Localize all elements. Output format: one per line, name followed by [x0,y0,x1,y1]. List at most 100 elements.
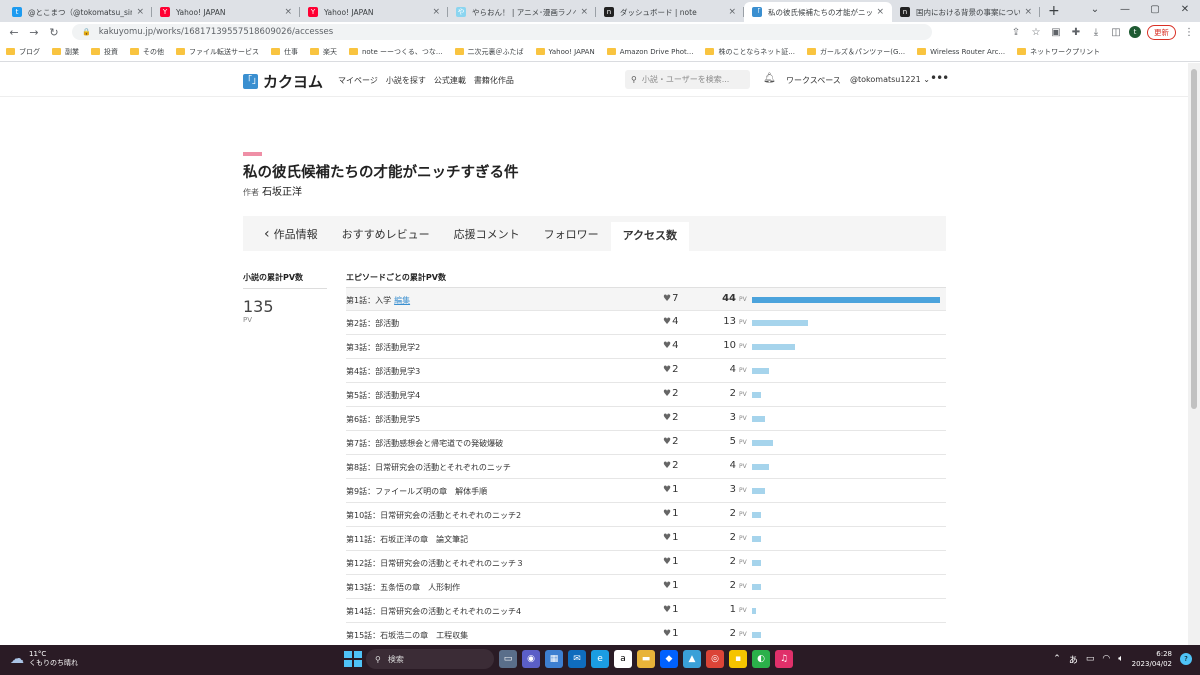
bookmark-item[interactable]: ネットワークプリント [1017,47,1100,57]
episode-title-text[interactable]: 第2話：部活動 [346,319,399,328]
new-tab-button[interactable]: + [1040,2,1068,22]
bookmark-star-icon[interactable]: ☆ [1029,27,1043,38]
display-icon[interactable]: ▭ [1086,654,1095,664]
bookmark-item[interactable]: 二次元裏＠ふたば [454,47,524,57]
close-tab-icon[interactable]: × [580,7,588,17]
site-search-input[interactable]: ⚲ 小説・ユーザーを検索... [625,70,750,89]
header-nav-link[interactable]: 書籍化作品 [474,75,514,86]
bookmark-item[interactable]: 仕事 [271,47,298,57]
scrollbar-thumb[interactable] [1191,69,1197,409]
bookmark-item[interactable]: ブログ [6,47,40,57]
weather-widget[interactable]: ☁ 11°C くもりのち晴れ [10,650,78,668]
author-name[interactable]: 石坂正洋 [262,187,302,198]
bookmark-item[interactable]: Wireless Router Arc... [917,48,1005,56]
browser-tab[interactable]: n ダッシュボード | note × [596,2,744,22]
bookmark-item[interactable]: 副業 [52,47,79,57]
user-menu[interactable]: @tokomatsu1221 ⌄ [850,75,930,84]
episode-title-text[interactable]: 第6話：部活動見学5 [346,415,420,424]
close-tab-icon[interactable]: × [1024,7,1032,17]
browser-tab[interactable]: t @とこまつ（@tokomatsu_sin）さん× [4,2,152,22]
forward-arrow-icon[interactable]: → [24,26,44,39]
close-tab-icon[interactable]: × [284,7,292,17]
maximize-button[interactable]: ▢ [1140,0,1170,22]
browser-tab[interactable]: Y Yahoo! JAPAN × [152,2,300,22]
tab-3[interactable]: フォロワー [532,220,611,247]
bookmark-item[interactable]: Yahoo! JAPAN [535,48,595,56]
bookmark-item[interactable]: 投資 [91,47,118,57]
header-nav-link[interactable]: 小説を探す [386,75,426,86]
close-window-button[interactable]: ✕ [1170,0,1200,22]
more-icon[interactable]: ••• [930,71,949,85]
episode-title-text[interactable]: 第3話：部活動見学2 [346,343,420,352]
header-nav-link[interactable]: 公式連載 [434,75,466,86]
tray-chevron-icon[interactable]: ⌃ [1053,654,1061,664]
bell-icon[interactable]: 🔔︎ [763,73,776,84]
close-tab-icon[interactable]: × [432,7,440,17]
tab-1[interactable]: おすすめレビュー [330,220,442,247]
update-button[interactable]: 更新 [1147,24,1176,40]
tab-2[interactable]: 応援コメント [442,220,532,247]
minimize-button[interactable]: — [1110,0,1140,22]
itunes-icon[interactable]: ♫ [775,650,793,668]
episode-title-text[interactable]: 第9話：ファイールズ明の章 解体手順 [346,487,487,496]
close-tab-icon[interactable]: × [876,7,884,17]
episode-title-text[interactable]: 第15話：石坂浩二の章 工程収集 [346,631,468,640]
edit-link[interactable]: 編集 [394,296,410,305]
sticky-notes-icon[interactable]: ▪ [729,650,747,668]
edge-icon[interactable]: e [591,650,609,668]
chrome-icon[interactable]: ◎ [706,650,724,668]
episode-title-text[interactable]: 第1話：入学 [346,296,391,305]
header-nav-link[interactable]: マイページ [338,75,378,86]
store-icon[interactable]: ▦ [545,650,563,668]
episode-title-text[interactable]: 第12話：日常研究会の活動とそれぞれのニッチ３ [346,559,524,568]
menu-dots-icon[interactable]: ⋮ [1182,27,1196,38]
amazon-icon[interactable]: a [614,650,632,668]
browser-tab[interactable]: 「私の彼氏候補たちの才能がニッチす× [744,2,892,22]
volume-icon[interactable]: 🔈︎ [1118,654,1123,664]
notification-badge[interactable]: ? [1180,653,1192,665]
url-field[interactable]: 🔒 kakuyomu.jp/works/16817139557518609026… [72,24,932,40]
work-title[interactable]: 私の彼氏候補たちの才能がニッチすぎる件 [243,161,519,182]
profile-avatar[interactable]: t [1129,26,1141,38]
bookmark-item[interactable]: 楽天 [310,47,337,57]
episode-title-text[interactable]: 第13話：五条悟の章 人形制作 [346,583,460,592]
new-feature-icon[interactable]: ▣ [1049,27,1063,38]
episode-title-text[interactable]: 第5話：部活動見学4 [346,391,420,400]
share-icon[interactable]: ⇪ [1009,27,1023,38]
chat-icon[interactable]: ◉ [522,650,540,668]
task-view-icon[interactable]: ▭ [499,650,517,668]
ime-indicator[interactable]: あ [1069,653,1078,666]
episode-title-text[interactable]: 第7話：部活動感想会と帰宅道での発破爆破 [346,439,503,448]
episode-title-text[interactable]: 第8話：日常研究会の活動とそれぞれのニッチ [346,463,511,472]
browser-tab[interactable]: ややらおん！ | アニメ･漫画ラノベ･ゲー × [448,2,596,22]
site-logo[interactable]: 「」 カクヨム [243,71,323,92]
bookmark-item[interactable]: 株のことならネット証... [705,47,795,57]
episode-title-text[interactable]: 第4話：部活動見学3 [346,367,420,376]
bookmark-item[interactable]: ファイル転送サービス [176,47,259,57]
back-arrow-icon[interactable]: ← [4,26,24,39]
tab-0[interactable]: ‹ 作品情報 [252,220,330,247]
browser-tab[interactable]: Y Yahoo! JAPAN × [300,2,448,22]
taskbar-search[interactable]: ⚲ 検索 [366,649,494,669]
download-icon[interactable]: ⤓ [1089,27,1103,38]
bookmark-item[interactable]: Amazon Drive Phot... [606,48,693,56]
workspace-link[interactable]: ワークスペース [786,75,841,86]
close-tab-icon[interactable]: × [136,7,144,17]
extensions-icon[interactable]: ✚ [1069,27,1083,38]
bookmark-item[interactable]: note ーーつくる、つな... [349,47,443,57]
browser-tab[interactable]: n 国内における背景の事案について × [892,2,1040,22]
wifi-icon[interactable]: ◠ [1102,654,1110,664]
app-icon[interactable]: ▲ [683,650,701,668]
dropbox-icon[interactable]: ◆ [660,650,678,668]
reload-icon[interactable]: ↻ [44,26,64,39]
clock[interactable]: 6:28 2023/04/02 [1132,649,1172,669]
evernote-icon[interactable]: ◐ [752,650,770,668]
file-explorer-icon[interactable]: ▬ [637,650,655,668]
windows-start-icon[interactable] [343,650,362,668]
bookmark-item[interactable]: その他 [130,47,164,57]
tab-search-icon[interactable]: ⌄ [1080,0,1110,22]
side-panel-icon[interactable]: ◫ [1109,27,1123,38]
page-scrollbar[interactable] [1188,63,1200,645]
episode-title-text[interactable]: 第11話：石坂正洋の章 論文筆記 [346,535,468,544]
episode-title-text[interactable]: 第14話：日常研究会の活動とそれぞれのニッチ4 [346,607,521,616]
